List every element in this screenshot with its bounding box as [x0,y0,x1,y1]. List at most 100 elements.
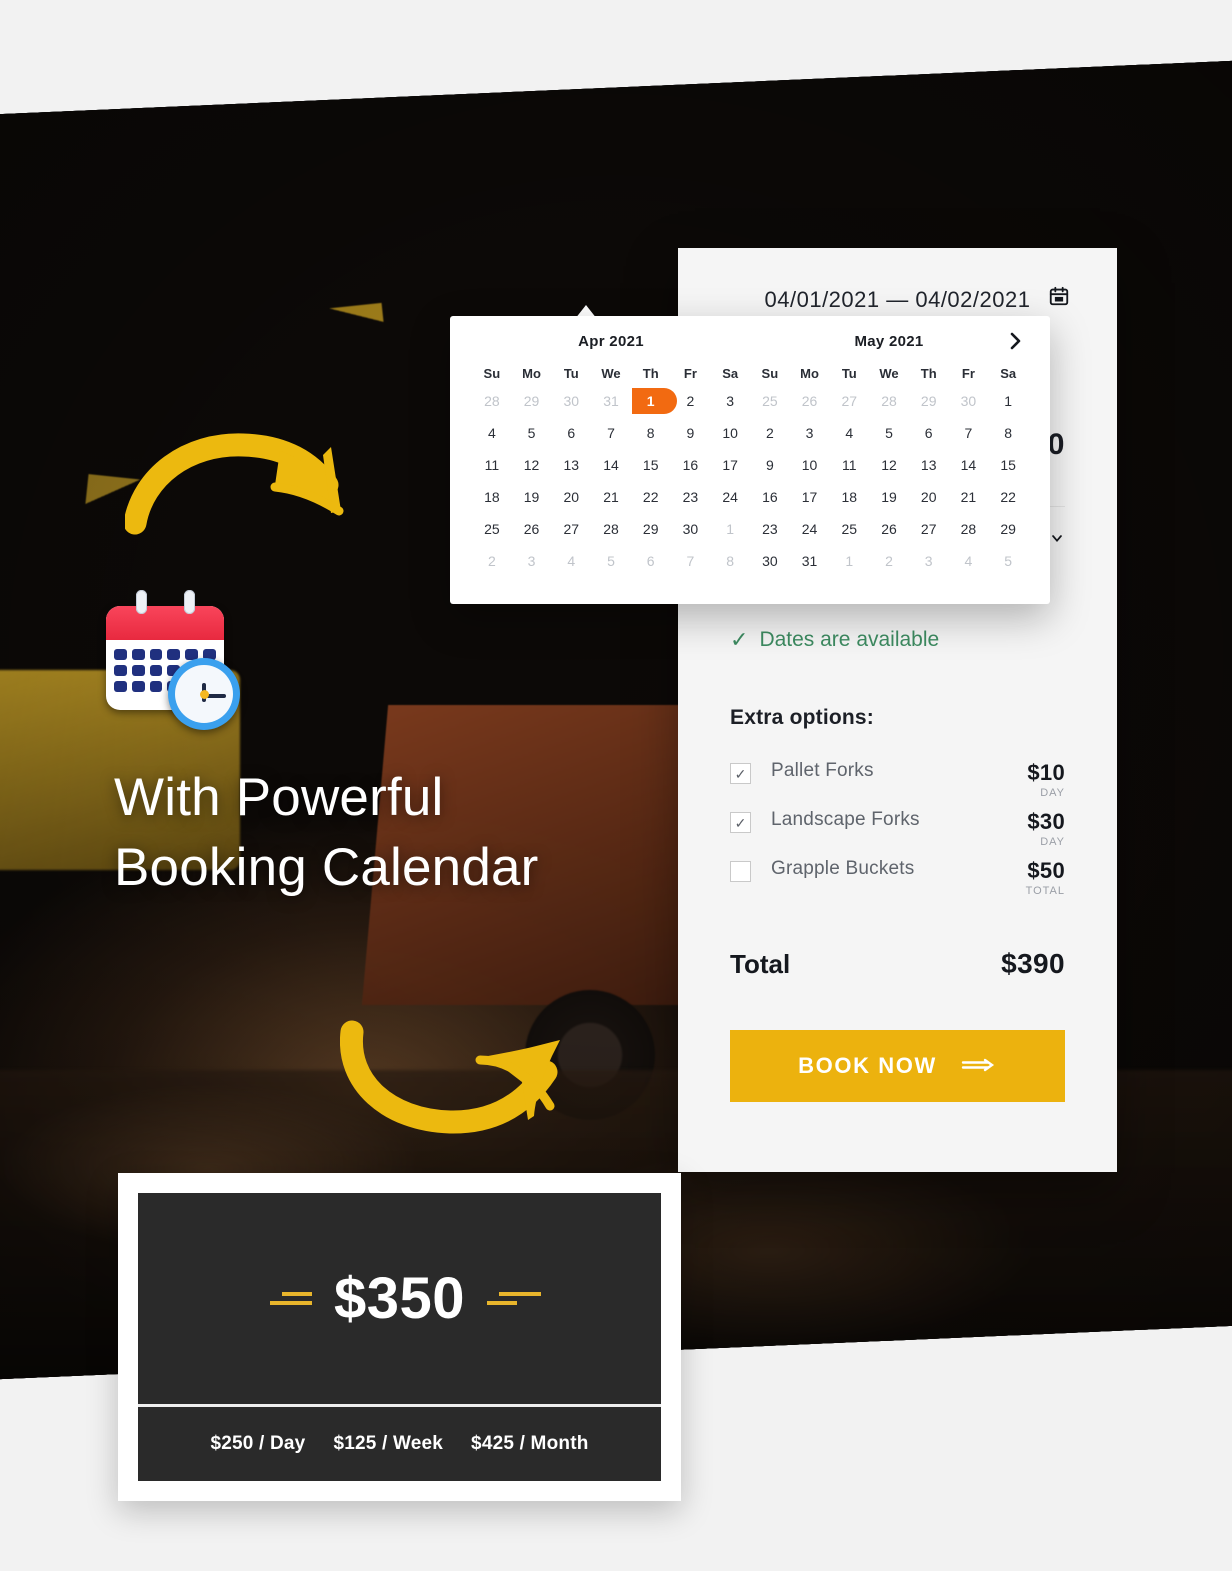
calendar-day[interactable]: 23 [750,513,790,545]
calendar-day[interactable]: 2 [472,545,512,577]
calendar-day[interactable]: 22 [631,481,671,513]
option-checkbox[interactable] [730,861,751,882]
calendar-day[interactable]: 6 [551,417,591,449]
calendar-day[interactable]: 30 [551,385,591,417]
calendar-day[interactable]: 7 [591,417,631,449]
chevron-down-icon[interactable] [1049,530,1065,546]
calendar-day[interactable]: 27 [551,513,591,545]
calendar-day[interactable]: 8 [631,417,671,449]
calendar-day[interactable]: 7 [671,545,711,577]
calendar-day-selected[interactable]: 1 [631,385,677,417]
calendar-day[interactable]: 7 [949,417,989,449]
calendar-day[interactable]: 17 [790,481,830,513]
calendar-day[interactable]: 10 [710,417,750,449]
calendar-day[interactable]: 2 [750,417,790,449]
calendar-day[interactable]: 25 [472,513,512,545]
calendar-day[interactable]: 28 [869,385,909,417]
calendar-day[interactable]: 26 [869,513,909,545]
book-now-button[interactable]: BOOK NOW [730,1030,1065,1102]
calendar-day[interactable]: 4 [949,545,989,577]
calendar-day[interactable]: 13 [909,449,949,481]
calendar-day[interactable]: 20 [909,481,949,513]
calendar-day[interactable]: 5 [869,417,909,449]
calendar-day[interactable]: 24 [710,481,750,513]
calendar-day[interactable]: 5 [988,545,1028,577]
calendar-day[interactable]: 24 [790,513,830,545]
calendar-day[interactable]: 19 [869,481,909,513]
calendar-day[interactable]: 4 [551,545,591,577]
option-label: Grapple Buckets [771,858,915,879]
calendar-day[interactable]: 20 [551,481,591,513]
calendar-day[interactable]: 28 [949,513,989,545]
option-checkbox[interactable]: ✓ [730,812,751,833]
calendar-icon[interactable] [1045,282,1073,310]
calendar-day[interactable]: 14 [949,449,989,481]
calendar-day[interactable]: 25 [829,513,869,545]
calendar-day[interactable]: 30 [949,385,989,417]
calendar-day[interactable]: 1 [988,385,1028,417]
calendar-day[interactable]: 8 [710,545,750,577]
calendar-day[interactable]: 23 [671,481,711,513]
calendar-day[interactable]: 28 [472,385,512,417]
calendar-day[interactable]: 3 [512,545,552,577]
calendar-day[interactable]: 29 [631,513,671,545]
calendar-day[interactable]: 4 [829,417,869,449]
calendar-day[interactable]: 16 [750,481,790,513]
calendar-month-may: May 2021 Su Mo Tu We Th Fr Sa 25 26 27 28 29… [750,332,1028,590]
calendar-day[interactable]: 8 [988,417,1028,449]
calendar-day[interactable]: 11 [829,449,869,481]
calendar-day[interactable]: 29 [512,385,552,417]
calendar-day[interactable]: 15 [988,449,1028,481]
calendar-day[interactable]: 2 [869,545,909,577]
calendar-day[interactable]: 25 [750,385,790,417]
calendar-day[interactable]: 5 [512,417,552,449]
calendar-day[interactable]: 18 [829,481,869,513]
calendar-day[interactable]: 21 [949,481,989,513]
option-checkbox[interactable]: ✓ [730,763,751,784]
calendar-day[interactable]: 19 [512,481,552,513]
calendar-day[interactable]: 12 [512,449,552,481]
calendar-day[interactable]: 9 [671,417,711,449]
calendar-day[interactable]: 22 [988,481,1028,513]
option-row[interactable]: ✓ Pallet Forks $10 DAY [730,760,1065,809]
calendar-day[interactable]: 29 [909,385,949,417]
calendar-day[interactable]: 1 [710,513,750,545]
calendar-day[interactable]: 31 [591,385,631,417]
calendar-day[interactable]: 3 [790,417,830,449]
calendar-day[interactable]: 14 [591,449,631,481]
option-row[interactable]: Grapple Buckets $50 TOTAL [730,858,1065,907]
calendar-day[interactable]: 9 [750,449,790,481]
calendar-day[interactable]: 1 [829,545,869,577]
calendar-day[interactable]: 30 [750,545,790,577]
calendar-day[interactable]: 31 [790,545,830,577]
calendar-next-month-button[interactable] [1004,330,1026,352]
calendar-day[interactable]: 30 [671,513,711,545]
calendar-day[interactable]: 11 [472,449,512,481]
calendar-day[interactable]: 16 [671,449,711,481]
calendar-day[interactable]: 4 [472,417,512,449]
calendar-day[interactable]: 3 [909,545,949,577]
calendar-day[interactable]: 29 [988,513,1028,545]
clock-emoji-icon [168,658,240,730]
calendar-day[interactable]: 17 [710,449,750,481]
calendar-day[interactable]: 28 [591,513,631,545]
page-root: With Powerful Booking Calendar 04/01/202… [0,0,1232,1571]
calendar-day[interactable]: 2 [671,385,711,417]
calendar-day[interactable]: 3 [710,385,750,417]
weekday: Mo [800,366,819,381]
calendar-day[interactable]: 27 [829,385,869,417]
calendar-day[interactable]: 13 [551,449,591,481]
calendar-day[interactable]: 12 [869,449,909,481]
calendar-day[interactable]: 6 [909,417,949,449]
calendar-day[interactable]: 5 [591,545,631,577]
calendar-day[interactable]: 18 [472,481,512,513]
calendar-day[interactable]: 26 [512,513,552,545]
calendar-day[interactable]: 26 [790,385,830,417]
calendar-day[interactable]: 15 [631,449,671,481]
calendar-day[interactable]: 21 [591,481,631,513]
calendar-day[interactable]: 10 [790,449,830,481]
option-row[interactable]: ✓ Landscape Forks $30 DAY [730,809,1065,858]
calendar-month-april: Apr 2021 Su Mo Tu We Th Fr Sa 28 29 30 31 1 2… [472,332,750,590]
calendar-day[interactable]: 27 [909,513,949,545]
calendar-day[interactable]: 6 [631,545,671,577]
